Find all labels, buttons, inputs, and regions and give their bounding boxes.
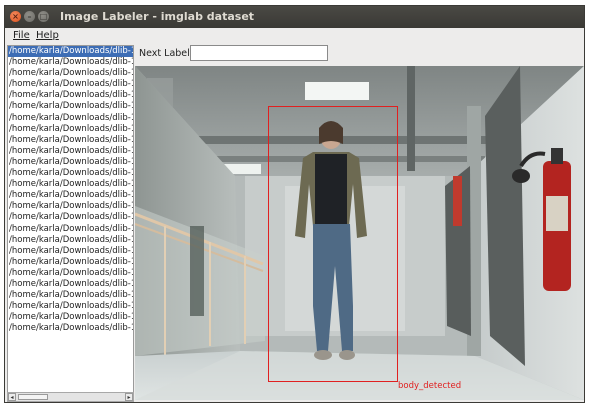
file-list-item[interactable]: /home/karla/Downloads/dlib-18: [8, 57, 133, 68]
image-display[interactable]: body_detected: [135, 66, 584, 400]
close-icon[interactable]: ×: [10, 11, 21, 22]
file-list-item[interactable]: /home/karla/Downloads/dlib-18: [8, 146, 133, 157]
menu-help[interactable]: Help: [36, 30, 59, 41]
file-list[interactable]: /home/karla/Downloads/dlib-18/home/karla…: [8, 46, 133, 334]
next-label-text: Next Label:: [139, 48, 193, 59]
menu-bar: File Help: [5, 28, 584, 44]
file-list-item[interactable]: /home/karla/Downloads/dlib-18: [8, 279, 133, 290]
file-list-item[interactable]: /home/karla/Downloads/dlib-18: [8, 79, 133, 90]
minimize-icon[interactable]: –: [24, 11, 35, 22]
window-title: Image Labeler - imglab dataset: [60, 10, 255, 23]
file-list-item[interactable]: /home/karla/Downloads/dlib-18: [8, 168, 133, 179]
file-list-item[interactable]: /home/karla/Downloads/dlib-18: [8, 46, 133, 58]
title-bar[interactable]: × – □ Image Labeler - imglab dataset: [5, 6, 584, 28]
file-list-item[interactable]: /home/karla/Downloads/dlib-18: [8, 212, 133, 223]
file-list-item[interactable]: /home/karla/Downloads/dlib-18: [8, 290, 133, 301]
next-label-input[interactable]: [190, 45, 328, 61]
scroll-right-icon[interactable]: ▸: [125, 393, 133, 401]
file-list-item[interactable]: /home/karla/Downloads/dlib-18: [8, 323, 133, 334]
file-list-item[interactable]: /home/karla/Downloads/dlib-18: [8, 190, 133, 201]
file-list-item[interactable]: /home/karla/Downloads/dlib-18: [8, 113, 133, 124]
file-list-item[interactable]: /home/karla/Downloads/dlib-18: [8, 224, 133, 235]
scroll-thumb[interactable]: [18, 394, 48, 400]
file-list-item[interactable]: /home/karla/Downloads/dlib-18: [8, 268, 133, 279]
detection-label: body_detected: [398, 381, 462, 391]
menu-file[interactable]: File: [13, 30, 30, 41]
maximize-icon[interactable]: □: [38, 11, 49, 22]
file-list-item[interactable]: /home/karla/Downloads/dlib-18: [8, 312, 133, 323]
file-list-panel[interactable]: /home/karla/Downloads/dlib-18/home/karla…: [7, 45, 134, 393]
file-list-item[interactable]: /home/karla/Downloads/dlib-18: [8, 301, 133, 312]
file-list-item[interactable]: /home/karla/Downloads/dlib-18: [8, 179, 133, 190]
file-list-item[interactable]: /home/karla/Downloads/dlib-18: [8, 124, 133, 135]
file-list-item[interactable]: /home/karla/Downloads/dlib-18: [8, 68, 133, 79]
file-list-item[interactable]: /home/karla/Downloads/dlib-18: [8, 90, 133, 101]
file-list-item[interactable]: /home/karla/Downloads/dlib-18: [8, 246, 133, 257]
file-list-item[interactable]: /home/karla/Downloads/dlib-18: [8, 157, 133, 168]
file-list-item[interactable]: /home/karla/Downloads/dlib-18: [8, 135, 133, 146]
app-window: × – □ Image Labeler - imglab dataset Fil…: [4, 5, 585, 403]
file-list-item[interactable]: /home/karla/Downloads/dlib-18: [8, 257, 133, 268]
file-list-item[interactable]: /home/karla/Downloads/dlib-18: [8, 101, 133, 112]
horizontal-scrollbar[interactable]: ◂ ▸: [7, 392, 134, 402]
detection-bounding-box[interactable]: [268, 106, 398, 382]
scroll-left-icon[interactable]: ◂: [8, 393, 16, 401]
file-list-item[interactable]: /home/karla/Downloads/dlib-18: [8, 201, 133, 212]
file-list-item[interactable]: /home/karla/Downloads/dlib-18: [8, 235, 133, 246]
